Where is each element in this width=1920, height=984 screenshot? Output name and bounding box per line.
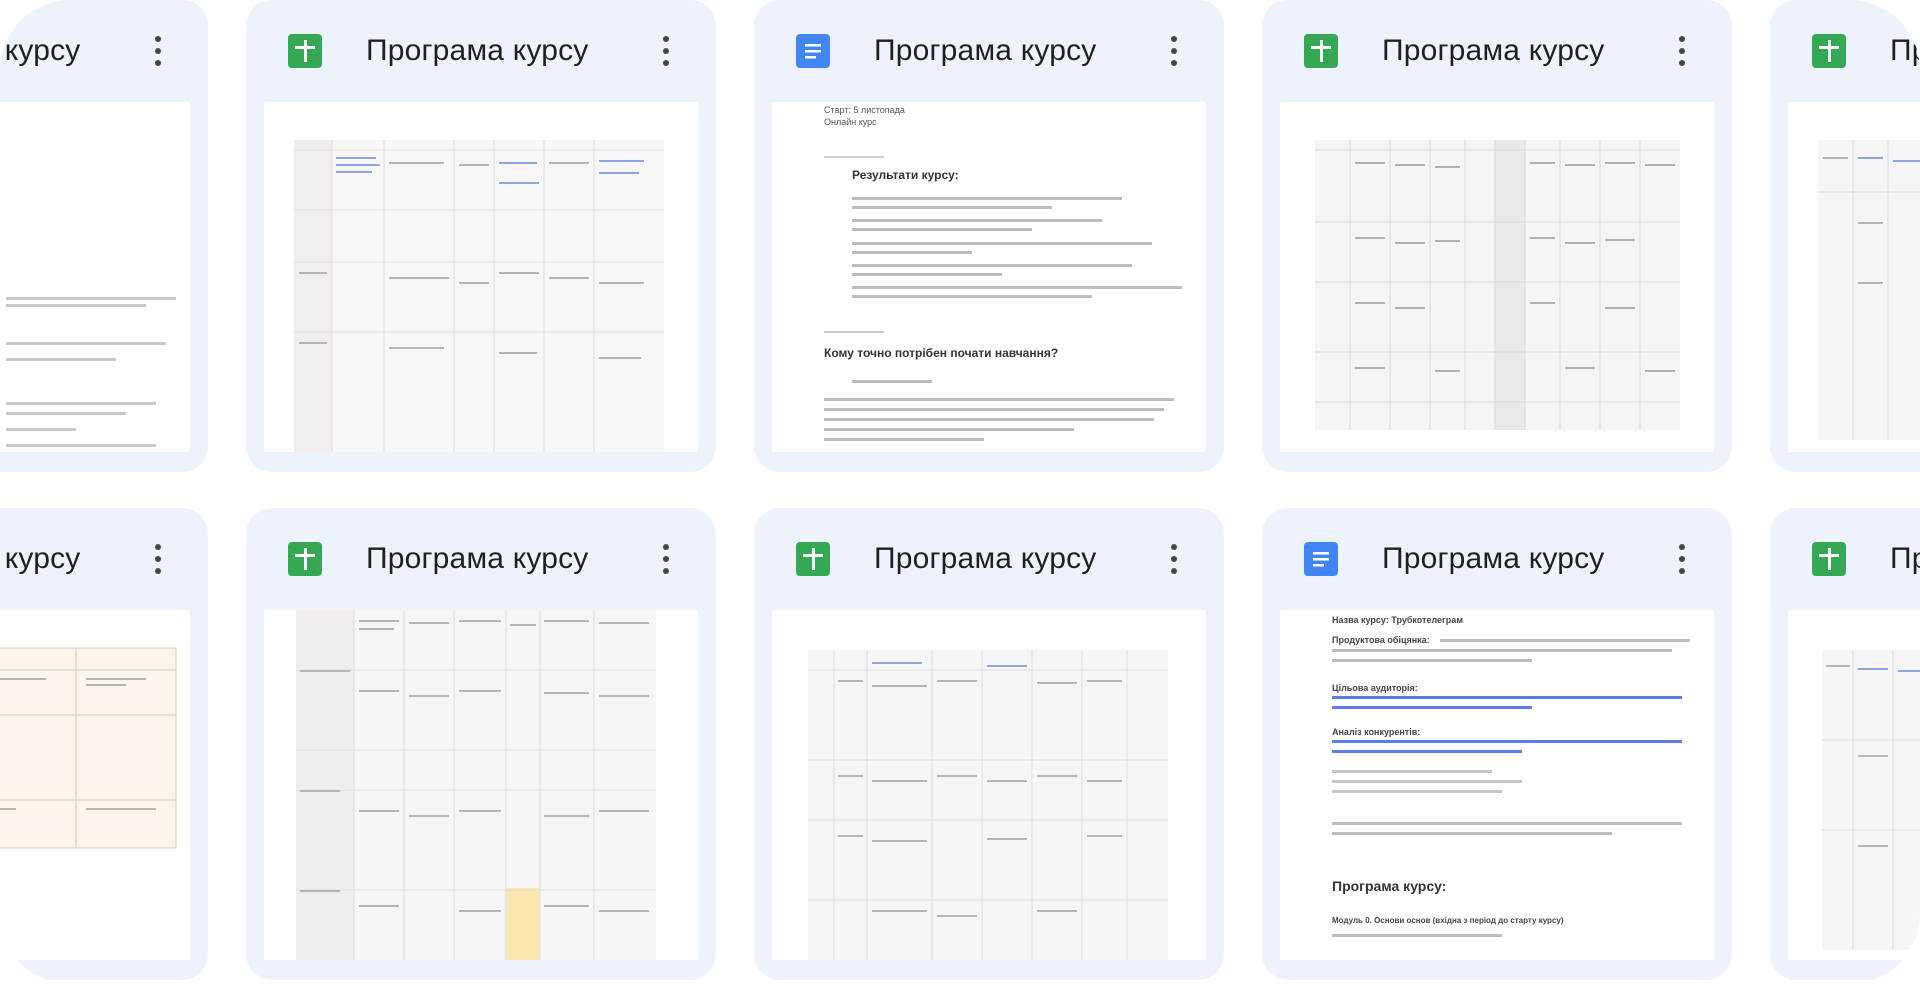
doc-preview-line: Модуль 0. Основи основ (вхідна з період … — [1332, 916, 1564, 925]
file-thumbnail[interactable] — [0, 102, 190, 452]
file-thumbnail[interactable] — [264, 610, 698, 960]
card-header: Програма курсу — [0, 508, 208, 608]
file-title[interactable]: Програма курсу — [0, 538, 108, 580]
file-thumbnail[interactable]: Старт: 5 листопада Онлайн курс Результат… — [772, 102, 1206, 452]
sheets-icon — [288, 34, 322, 68]
file-thumbnail[interactable] — [264, 102, 698, 452]
file-card[interactable]: Програма курсу — [1770, 0, 1920, 472]
card-header: Програма курсу — [1262, 0, 1732, 100]
file-title[interactable]: Програма курсу — [366, 538, 616, 580]
sheets-icon — [796, 542, 830, 576]
card-header: Програма курсу — [246, 0, 716, 100]
card-header: Програма курсу — [754, 0, 1224, 100]
more-options-icon[interactable] — [1152, 28, 1196, 74]
card-header: Програма курсу — [1262, 508, 1732, 608]
card-header: Програма курсу — [1770, 508, 1920, 608]
more-options-icon[interactable] — [1660, 536, 1704, 582]
more-options-icon[interactable] — [1152, 536, 1196, 582]
file-title[interactable]: Програма курсу — [874, 30, 1124, 72]
file-title[interactable]: Програма курсу — [0, 30, 108, 72]
file-title[interactable]: Програма курсу — [1382, 538, 1632, 580]
more-options-icon[interactable] — [136, 28, 180, 74]
more-options-icon[interactable] — [644, 28, 688, 74]
more-options-icon[interactable] — [644, 536, 688, 582]
file-card[interactable]: Програма курсу — [246, 0, 716, 472]
file-thumbnail[interactable] — [772, 610, 1206, 960]
file-title[interactable]: Програма курсу — [1382, 30, 1632, 72]
docs-icon — [1304, 542, 1338, 576]
file-card[interactable]: Програма курсу Старт: 5 листопада Онлайн… — [754, 0, 1224, 472]
file-title[interactable]: Програма курсу — [366, 30, 616, 72]
file-card[interactable]: Програма курсу — [246, 508, 716, 980]
file-title[interactable]: Програма курсу — [1890, 30, 1920, 72]
more-options-icon[interactable] — [136, 536, 180, 582]
card-header: Програма курсу — [754, 508, 1224, 608]
file-thumbnail[interactable] — [1280, 102, 1714, 452]
doc-preview-heading: Програма курсу: — [1332, 878, 1447, 894]
file-card[interactable]: Програма курсу — [0, 0, 208, 472]
file-card[interactable]: Програма курсу — [1262, 0, 1732, 472]
card-header: Програма курсу — [1770, 0, 1920, 100]
file-card[interactable]: Програма курсу Назва курсу: Трубкотелегр… — [1262, 508, 1732, 980]
file-title[interactable]: Програма курсу — [874, 538, 1124, 580]
file-title[interactable]: Програма курсу — [1890, 538, 1920, 580]
sheets-icon — [1812, 542, 1846, 576]
more-options-icon[interactable] — [1660, 28, 1704, 74]
card-header: Програма курсу — [246, 508, 716, 608]
doc-preview-heading: Кому точно потрібен почати навчання? — [824, 346, 1059, 360]
file-card[interactable]: Програма курсу — [754, 508, 1224, 980]
file-card[interactable]: Програма курсу — [1770, 508, 1920, 980]
file-thumbnail[interactable] — [1788, 610, 1920, 960]
sheets-icon — [1304, 34, 1338, 68]
file-grid: Програма курсу Програма курсу — [0, 0, 1920, 984]
file-thumbnail[interactable] — [1788, 102, 1920, 452]
docs-icon — [796, 34, 830, 68]
card-header: Програма курсу — [0, 0, 208, 100]
file-card[interactable]: Програма курсу — [0, 508, 208, 980]
file-thumbnail[interactable]: Назва курсу: Трубкотелеграм Продуктова о… — [1280, 610, 1714, 960]
sheets-icon — [1812, 34, 1846, 68]
sheets-icon — [288, 542, 322, 576]
file-thumbnail[interactable] — [0, 610, 190, 960]
